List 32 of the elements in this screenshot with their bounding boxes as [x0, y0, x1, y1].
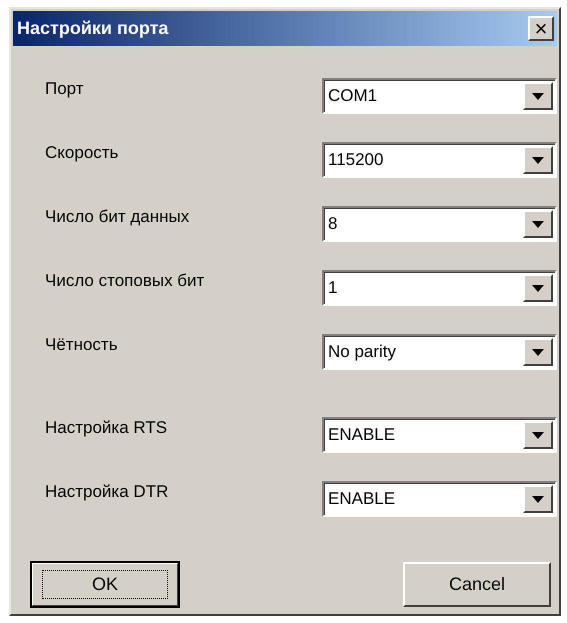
dropdown-button[interactable] — [523, 82, 553, 110]
dropdown-field[interactable]: ENABLE — [322, 481, 557, 517]
caret-icon — [532, 220, 544, 228]
dropdown-button[interactable] — [523, 146, 553, 174]
dropdown-field[interactable]: 1 — [322, 270, 557, 306]
dropdown-button[interactable] — [523, 338, 553, 366]
caret-icon — [532, 496, 544, 502]
dropdown-button[interactable] — [523, 421, 553, 449]
field-label: Число бит данных — [45, 207, 190, 227]
dropdown-field[interactable]: 8 — [322, 206, 557, 242]
field-label: Число стоповых бит — [45, 271, 204, 291]
window-title: Настройки порта — [17, 18, 168, 39]
close-button[interactable]: × — [528, 16, 554, 41]
caret-icon — [532, 432, 544, 438]
field-label: Скорость — [45, 143, 118, 163]
field-label: Чётность — [45, 335, 118, 355]
caret-icon — [532, 348, 544, 356]
caret-icon — [532, 156, 544, 164]
field-label: Настройка RTS — [45, 418, 168, 438]
dropdown-field[interactable]: COM1 — [322, 78, 557, 114]
field-label: Настройка DTR — [45, 482, 168, 502]
ok-button[interactable]: OK — [31, 562, 179, 607]
dropdown-button[interactable] — [523, 210, 553, 238]
cancel-button[interactable]: Cancel — [403, 562, 551, 607]
caret-icon — [532, 284, 544, 292]
dropdown-field[interactable]: 115200 — [322, 142, 557, 178]
dropdown-button[interactable] — [523, 274, 553, 302]
dropdown-button[interactable] — [523, 485, 553, 513]
field-label: Порт — [45, 79, 84, 99]
dropdown-field[interactable]: No parity — [322, 334, 557, 370]
dropdown-field[interactable]: ENABLE — [322, 417, 557, 453]
caret-icon — [532, 92, 544, 100]
